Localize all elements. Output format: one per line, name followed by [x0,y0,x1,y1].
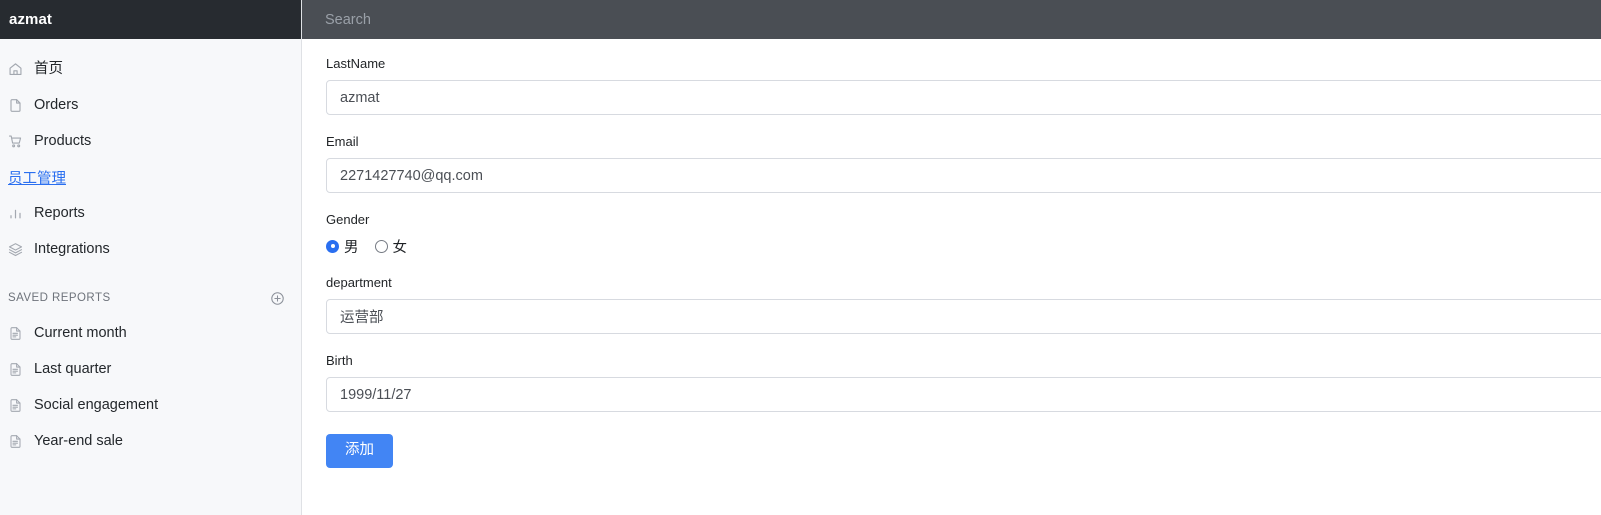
document-icon [8,362,23,377]
sidebar-item-home[interactable]: 首页 [0,51,301,87]
lastname-label: LastName [326,56,386,71]
gender-label: Gender [326,212,370,227]
field-gender: Gender 男 女 [326,213,1601,256]
layers-icon [8,242,23,257]
document-icon [8,434,23,449]
list-item-label: Social engagement [34,396,159,413]
file-icon [8,98,23,113]
list-item[interactable]: Social engagement [0,387,301,423]
gender-radio-female[interactable]: 女 [374,236,408,257]
department-input[interactable] [326,299,1601,334]
sidebar-item-integrations[interactable]: Integrations [0,231,301,267]
brand-title: azmat [9,11,53,28]
gender-radio-male-label: 男 [344,239,359,256]
lastname-input[interactable] [326,80,1601,115]
document-icon [8,398,23,413]
sidebar-item-products[interactable]: Products [0,123,301,159]
sidebar-nav: 首页 Orders Products 员工管理 Reports Integrat… [0,39,301,267]
saved-reports-section-header: SAVED REPORTS [0,281,301,315]
field-lastname: LastName [326,57,1601,115]
radio-indicator-unchecked[interactable] [374,239,388,253]
birth-input[interactable] [326,377,1601,412]
shopping-cart-icon [8,134,23,149]
plus-circle-icon[interactable] [270,291,285,306]
list-item-label: Year-end sale [34,432,123,449]
gender-radio-group: 男 女 [326,236,1601,256]
sidebar-item-reports[interactable]: Reports [0,195,301,231]
home-icon [8,62,23,77]
list-item[interactable]: Current month [0,315,301,351]
app-root: azmat 首页 Orders Products 员工管理 Reports In… [0,0,1601,515]
field-email: Email [326,135,1601,193]
sidebar-item-label: Orders [34,96,79,113]
saved-reports-list: Current month Last quarter Social engage… [0,315,301,459]
section-title: SAVED REPORTS [8,292,111,304]
sidebar-item-label: Products [34,132,92,149]
brand-header: azmat [0,0,301,39]
sidebar-item-label: Integrations [34,240,110,257]
bar-chart-icon [8,206,23,221]
add-button[interactable]: 添加 [326,434,393,468]
sidebar-item-label: Reports [34,204,85,221]
email-input[interactable] [326,158,1601,193]
search-input[interactable] [325,11,745,28]
birth-label: Birth [326,353,353,368]
radio-indicator-checked[interactable] [326,239,339,253]
list-item-label: Current month [34,324,127,341]
gender-radio-male[interactable]: 男 [326,236,359,257]
sidebar-item-label: 首页 [34,60,63,77]
gender-radio-female-label: 女 [392,239,408,256]
sidebar: azmat 首页 Orders Products 员工管理 Reports In… [0,0,302,515]
top-bar [302,0,1601,39]
email-label: Email [326,134,359,149]
field-department: department [326,276,1601,334]
sidebar-item-orders[interactable]: Orders [0,87,301,123]
field-birth: Birth [326,354,1601,412]
main-content: LastName Email Gender 男 女 [302,0,1601,515]
list-item[interactable]: Last quarter [0,351,301,387]
list-item[interactable]: Year-end sale [0,423,301,459]
employee-form: LastName Email Gender 男 女 [302,39,1601,468]
document-icon [8,326,23,341]
department-label: department [326,275,392,290]
sidebar-employee-link[interactable]: 员工管理 [8,167,66,188]
list-item-label: Last quarter [34,360,112,377]
sidebar-item-employee-management[interactable]: 员工管理 [0,159,301,195]
